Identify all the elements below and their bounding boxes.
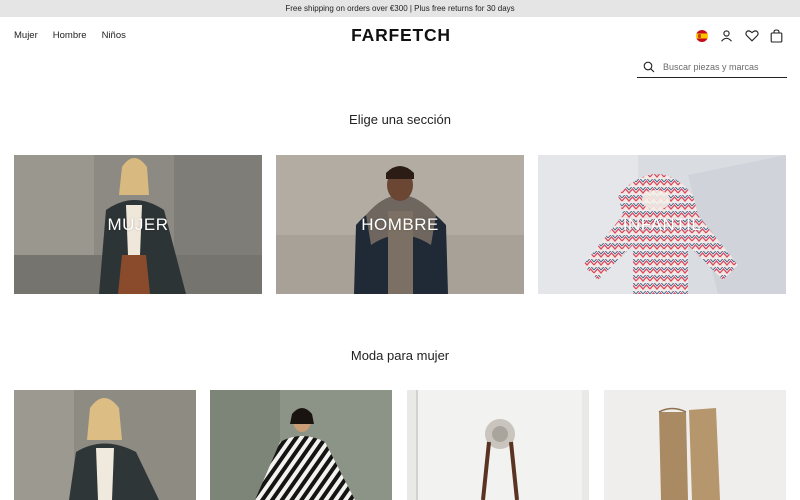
nav-ninos[interactable]: Niños — [102, 30, 126, 41]
women-heading: Moda para mujer — [350, 348, 450, 363]
tile-infantil[interactable]: INFANTIL — [538, 155, 786, 294]
product-card-3[interactable] — [407, 390, 589, 500]
product-photo-1 — [14, 390, 196, 500]
product-card-2[interactable] — [210, 390, 392, 500]
header-icons — [694, 28, 784, 43]
tile-hombre[interactable]: HOMBRE — [276, 155, 524, 294]
tile-label-infantil: INFANTIL — [622, 214, 702, 234]
heart-icon[interactable] — [744, 28, 759, 43]
product-photo-3 — [407, 390, 589, 500]
search-input[interactable] — [663, 62, 783, 72]
product-photo-2 — [210, 390, 392, 500]
user-icon[interactable] — [719, 28, 734, 43]
bag-icon[interactable] — [769, 28, 784, 43]
promo-bar: Free shipping on orders over €300 | Plus… — [0, 0, 800, 17]
tile-label-mujer: MUJER — [107, 214, 169, 234]
section-heading: Elige una sección — [349, 112, 451, 127]
main-nav: Mujer Hombre Niños — [14, 30, 126, 41]
search-bar — [637, 57, 787, 78]
nav-mujer[interactable]: Mujer — [14, 30, 38, 41]
product-card-1[interactable] — [14, 390, 196, 500]
tile-label-hombre: HOMBRE — [361, 214, 439, 234]
promo-text: Free shipping on orders over €300 | Plus… — [285, 4, 515, 13]
header: Mujer Hombre Niños FARFETCH — [0, 17, 800, 55]
spain-flag-icon[interactable] — [694, 28, 709, 43]
nav-hombre[interactable]: Hombre — [53, 30, 87, 41]
tile-mujer[interactable]: MUJER — [14, 155, 262, 294]
search-icon[interactable] — [643, 61, 655, 73]
product-photo-4 — [604, 390, 786, 500]
product-card-4[interactable] — [604, 390, 786, 500]
farfetch-logo[interactable]: FARFETCH — [344, 26, 458, 44]
